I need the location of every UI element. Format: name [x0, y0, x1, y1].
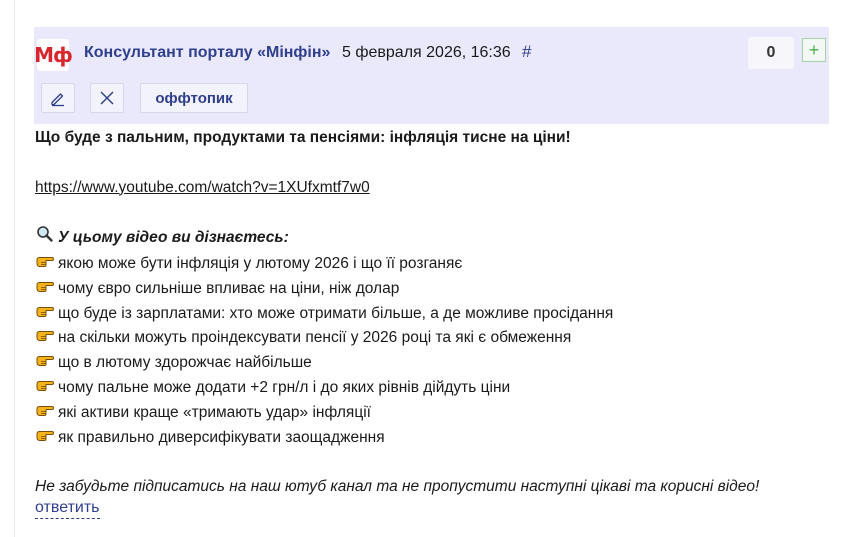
bullet-item: як правильно диверсифікувати заощадження: [35, 426, 825, 451]
section-heading-text: У цьому відео ви дізнаєтесь:: [58, 229, 289, 247]
reply-link[interactable]: ответить: [35, 499, 100, 519]
pointing-hand-emoji-icon: [35, 401, 55, 426]
delete-button[interactable]: [90, 83, 124, 113]
pencil-icon: [51, 93, 64, 107]
bullet-item: що в лютому здорожчає найбільше: [35, 351, 825, 376]
author-name-link[interactable]: Консультант порталу «Мінфін»: [84, 44, 330, 62]
offtopic-tag-button[interactable]: оффтопик: [140, 83, 248, 113]
author-avatar[interactable]: Мф: [34, 39, 73, 71]
pointing-hand-emoji-icon: [35, 277, 55, 302]
bullet-text: якою може бути інфляція у лютому 2026 і …: [58, 254, 463, 272]
bullet-item: які активи краще «тримають удар» інфляці…: [35, 401, 825, 426]
bullet-text: чому євро сильніше впливає на ціни, ніж …: [58, 279, 400, 297]
bullet-text: чому пальне може додати +2 грн/л і до як…: [58, 378, 511, 396]
pointing-hand-emoji-icon: [35, 426, 55, 451]
youtube-link[interactable]: https://www.youtube.com/watch?v=1XUfxmtf…: [35, 179, 370, 196]
pointing-hand-emoji-icon: [35, 376, 55, 401]
permalink-link[interactable]: #: [522, 42, 531, 62]
pointing-hand-emoji-icon: [35, 326, 55, 351]
bullet-text: як правильно диверсифікувати заощадження: [58, 428, 385, 446]
bullet-item: на скільки можуть проіндексувати пенсії …: [35, 326, 825, 351]
post-title: Що буде з пальним, продуктами та пенсіям…: [35, 129, 571, 146]
vote-count: 0: [748, 37, 794, 69]
section-heading: У цьому відео ви дізнаєтесь:: [35, 225, 825, 252]
upvote-button[interactable]: +: [802, 38, 826, 62]
bullet-item: якою може бути інфляція у лютому 2026 і …: [35, 252, 825, 277]
pointing-hand-emoji-icon: [35, 252, 55, 277]
bullet-list: якою може бути інфляція у лютому 2026 і …: [35, 252, 825, 450]
close-icon: [100, 91, 114, 105]
pointing-hand-emoji-icon: [35, 302, 55, 327]
bullet-item: чому євро сильніше впливає на ціни, ніж …: [35, 277, 825, 302]
comment-post: Мф Консультант порталу «Мінфін» 5 феврал…: [34, 27, 829, 519]
bullet-item: що буде із зарплатами: хто може отримати…: [35, 302, 825, 327]
bullet-item: чому пальне може додати +2 грн/л і до як…: [35, 376, 825, 401]
comment-header: Мф Консультант порталу «Мінфін» 5 феврал…: [34, 27, 829, 124]
bullet-text: що буде із зарплатами: хто може отримати…: [58, 304, 614, 322]
pointing-hand-emoji-icon: [35, 351, 55, 376]
bullet-text: які активи краще «тримають удар» інфляці…: [58, 403, 371, 421]
comment-date: 5 февраля 2026, 16:36: [342, 44, 511, 61]
comment-body: Що буде з пальним, продуктами та пенсіям…: [35, 124, 825, 500]
edit-button[interactable]: [41, 83, 75, 113]
magnifier-emoji-icon: [35, 225, 55, 252]
outro-text: Не забудьте підписатись на наш ютуб кана…: [35, 478, 760, 496]
bullet-text: що в лютому здорожчає найбільше: [58, 354, 312, 372]
bullet-text: на скільки можуть проіндексувати пенсії …: [58, 329, 572, 347]
